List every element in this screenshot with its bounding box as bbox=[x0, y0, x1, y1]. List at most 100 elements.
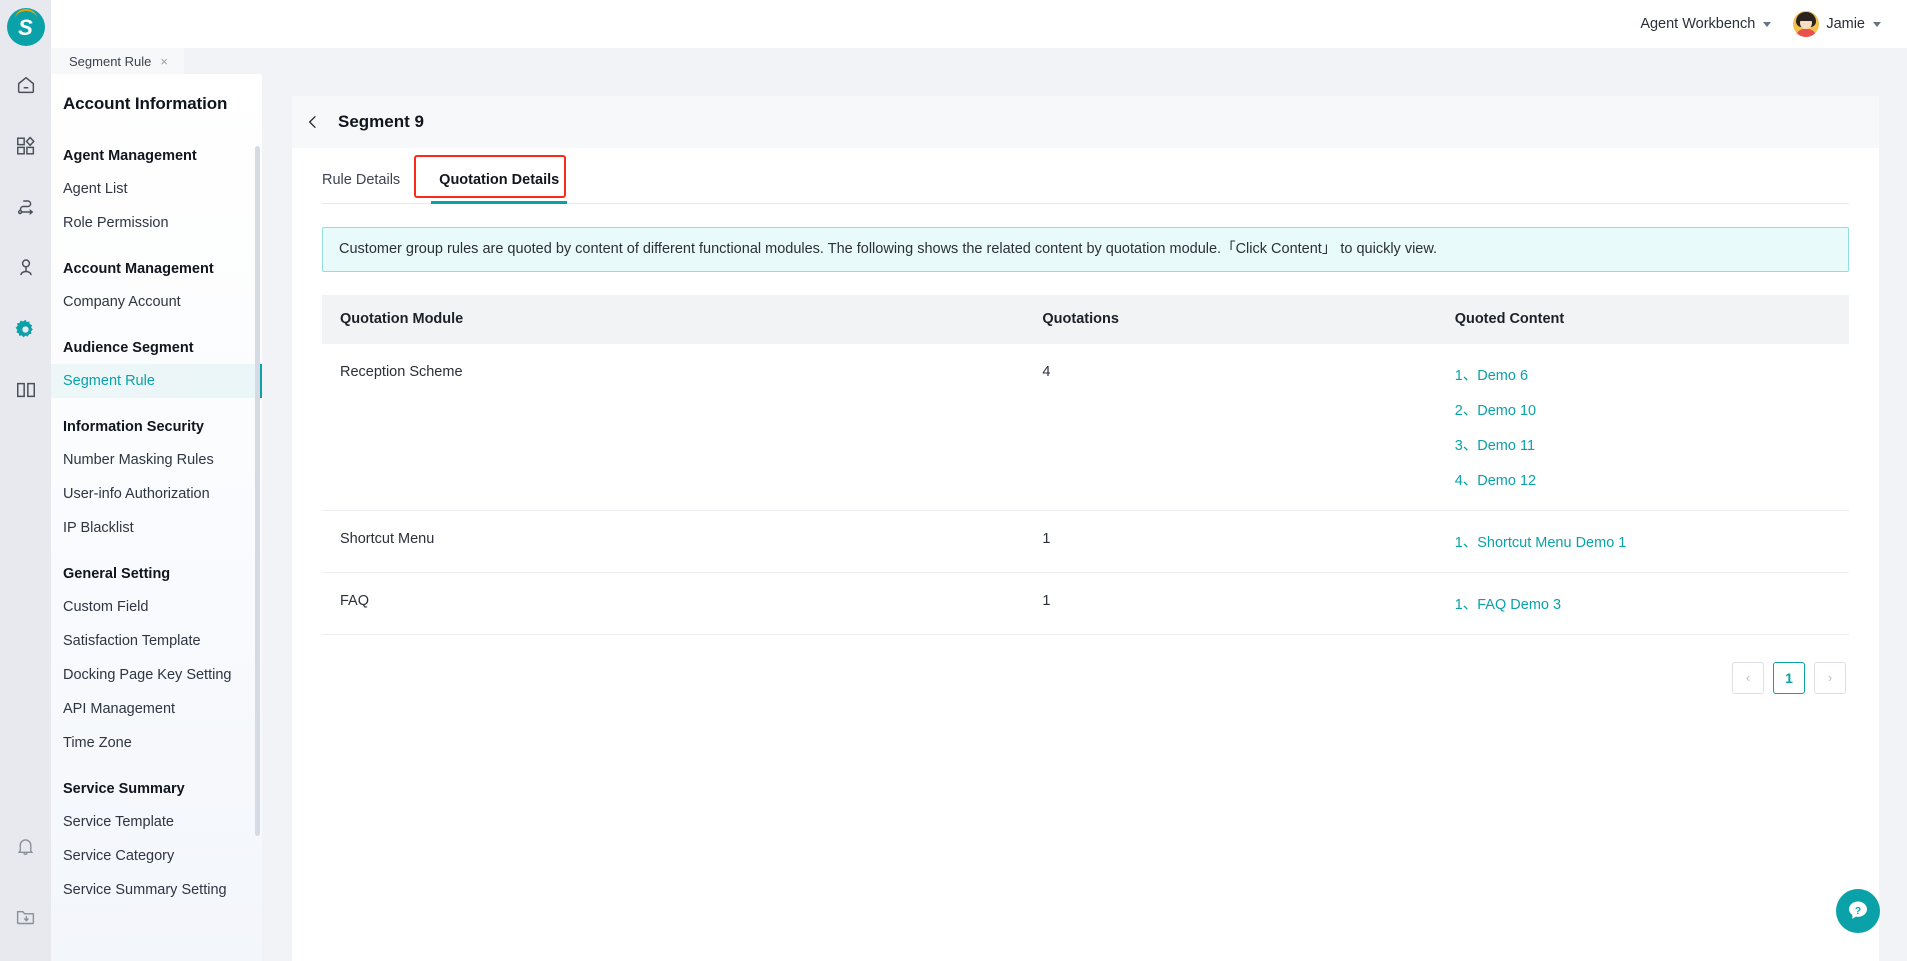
sidebar-group-list: Agent Management Agent List Role Permissio… bbox=[51, 140, 262, 907]
column-header-quotations: Quotations bbox=[1024, 294, 1437, 344]
tab-quotation-details[interactable]: Quotation Details bbox=[417, 172, 579, 204]
pagination-page-1[interactable]: 1 bbox=[1773, 661, 1805, 694]
sidebar-group: Account Management Company Account bbox=[51, 253, 262, 319]
chevron-left-icon[interactable] bbox=[302, 111, 324, 133]
avatar bbox=[1793, 11, 1820, 37]
flow-route-icon[interactable] bbox=[9, 190, 43, 224]
sidebar-item-api-management[interactable]: API Management bbox=[51, 692, 262, 726]
sidebar-group: Service Summary Service Template Service C… bbox=[51, 773, 262, 907]
close-icon[interactable]: × bbox=[160, 55, 168, 68]
sidebar-item-number-masking-rules[interactable]: Number Masking Rules bbox=[51, 443, 262, 477]
app-logo[interactable]: S bbox=[6, 8, 45, 46]
tab-rule-details[interactable]: Rule Details bbox=[322, 172, 417, 203]
user-name: Jamie bbox=[1826, 16, 1865, 32]
cell-quotations-count: 1 bbox=[1024, 572, 1437, 635]
sidebar-item-custom-field[interactable]: Custom Field bbox=[51, 590, 262, 624]
svg-text:?: ? bbox=[1855, 906, 1861, 917]
sidebar-item-user-info-authorization[interactable]: User-info Authorization bbox=[51, 477, 262, 511]
sidebar-group-title: Service Summary bbox=[63, 781, 185, 797]
quoted-content-link[interactable]: 1、FAQ Demo 3 bbox=[1455, 593, 1831, 614]
column-header-quotation-module: Quotation Module bbox=[322, 294, 1025, 344]
sidebar-group-title: Information Security bbox=[63, 419, 204, 435]
sidebar-item-docking-page-key-setting[interactable]: Docking Page Key Setting bbox=[51, 658, 262, 692]
detail-tabs: Rule Details Quotation Details bbox=[322, 148, 1849, 204]
document-tab-segment-rule[interactable]: Segment Rule × bbox=[51, 48, 184, 74]
sidebar-group: Agent Management Agent List Role Permissio… bbox=[51, 140, 262, 240]
pagination-next-button[interactable]: › bbox=[1814, 661, 1846, 694]
cell-quoted-content: 1、Demo 6 2、Demo 10 3、Demo 11 4、Demo 12 bbox=[1436, 343, 1849, 511]
workspace-switcher[interactable]: Agent Workbench bbox=[1640, 16, 1772, 32]
sidebar-item-satisfaction-template[interactable]: Satisfaction Template bbox=[51, 624, 262, 658]
quoted-content-link[interactable]: 1、Shortcut Menu Demo 1 bbox=[1455, 531, 1831, 552]
sidebar-item-role-permission[interactable]: Role Permission bbox=[51, 206, 262, 240]
quoted-content-link[interactable]: 1、Demo 6 bbox=[1455, 364, 1831, 385]
avatar-body bbox=[1796, 29, 1817, 37]
quoted-content-list: 1、FAQ Demo 3 bbox=[1455, 593, 1831, 614]
user-menu[interactable]: Jamie bbox=[1793, 11, 1881, 37]
document-tab-strip: Segment Rule × bbox=[51, 48, 1907, 74]
quoted-content-link[interactable]: 3、Demo 11 bbox=[1455, 434, 1831, 455]
sidebar-item-service-category[interactable]: Service Category bbox=[51, 839, 262, 873]
cell-quotation-module: Shortcut Menu bbox=[322, 510, 1025, 573]
sidebar-scrollbar[interactable] bbox=[255, 146, 260, 836]
sidebar-group: Information Security Number Masking Rules… bbox=[51, 411, 262, 545]
rail-icon-list bbox=[9, 68, 43, 407]
table-header-row: Quotation Module Quotations Quoted Conte… bbox=[322, 294, 1849, 344]
apps-grid-icon[interactable] bbox=[9, 129, 43, 163]
sidebar-group-title: Audience Segment bbox=[63, 340, 194, 356]
folder-download-icon[interactable] bbox=[9, 899, 43, 933]
sidebar-group-title: Agent Management bbox=[63, 148, 197, 164]
pagination: ‹ 1 › bbox=[322, 635, 1849, 694]
sidebar-group: General Setting Custom Field Satisfaction … bbox=[51, 558, 262, 760]
quoted-content-link[interactable]: 4、Demo 12 bbox=[1455, 469, 1831, 490]
sidebar-item-segment-rule[interactable]: Segment Rule bbox=[51, 364, 262, 398]
sidebar-item-service-summary-setting[interactable]: Service Summary Setting bbox=[51, 873, 262, 907]
column-header-quoted-content: Quoted Content bbox=[1436, 294, 1849, 344]
workspace-label: Agent Workbench bbox=[1640, 16, 1756, 32]
sidebar-item-company-account[interactable]: Company Account bbox=[51, 285, 262, 319]
sidebar-group-title: General Setting bbox=[63, 566, 171, 582]
cell-quotations-count: 1 bbox=[1024, 510, 1437, 573]
bell-icon[interactable] bbox=[9, 829, 43, 863]
help-chat-icon[interactable]: ? bbox=[1836, 889, 1880, 933]
body-split: Account Information Agent Management Agen… bbox=[51, 74, 1907, 961]
cell-quotation-module: Reception Scheme bbox=[322, 343, 1025, 511]
sidebar-group-title: Account Management bbox=[63, 261, 214, 277]
logo-arc bbox=[14, 9, 37, 19]
main-content: Segment 9 Rule Details Quotation Details… bbox=[262, 74, 1907, 961]
top-header-bar: Agent Workbench Jamie bbox=[51, 0, 1907, 48]
sidebar-title: Account Information bbox=[63, 94, 228, 113]
icon-rail: S bbox=[0, 0, 51, 961]
pagination-prev-button[interactable]: ‹ bbox=[1732, 661, 1764, 694]
cell-quoted-content: 1、Shortcut Menu Demo 1 bbox=[1436, 510, 1849, 573]
table-row: FAQ 1 1、FAQ Demo 3 bbox=[322, 572, 1849, 635]
table-row: Reception Scheme 4 1、Demo 6 2、Demo 10 3、Demo… bbox=[322, 343, 1849, 511]
contact-person-icon[interactable] bbox=[9, 251, 43, 285]
sidebar-item-service-template[interactable]: Service Template bbox=[51, 805, 262, 839]
avatar-fringe bbox=[1798, 14, 1815, 21]
sidebar-group: Audience Segment Segment Rule bbox=[51, 332, 262, 398]
document-tab-label: Segment Rule bbox=[69, 53, 152, 69]
settings-sidebar: Account Information Agent Management Agen… bbox=[51, 74, 262, 961]
quoted-content-list: 1、Demo 6 2、Demo 10 3、Demo 11 4、Demo 12 bbox=[1455, 364, 1831, 490]
sidebar-item-agent-list[interactable]: Agent List bbox=[51, 172, 262, 206]
page-title: Segment 9 bbox=[338, 112, 424, 131]
table-body: Reception Scheme 4 1、Demo 6 2、Demo 10 3、Demo… bbox=[322, 343, 1849, 635]
sidebar-item-ip-blacklist[interactable]: IP Blacklist bbox=[51, 511, 262, 545]
gear-icon[interactable] bbox=[9, 312, 43, 346]
card-body: Rule Details Quotation Details Customer … bbox=[292, 148, 1879, 961]
page-header: Segment 9 bbox=[292, 96, 1879, 148]
quoted-content-link[interactable]: 2、Demo 10 bbox=[1455, 399, 1831, 420]
quotation-table: Quotation Module Quotations Quoted Conte… bbox=[322, 294, 1849, 635]
cell-quotations-count: 4 bbox=[1024, 343, 1437, 511]
table-head: Quotation Module Quotations Quoted Conte… bbox=[322, 294, 1849, 344]
chevron-down-icon bbox=[1763, 21, 1772, 27]
quoted-content-list: 1、Shortcut Menu Demo 1 bbox=[1455, 531, 1831, 552]
sidebar-item-time-zone[interactable]: Time Zone bbox=[51, 726, 262, 760]
cell-quoted-content: 1、FAQ Demo 3 bbox=[1436, 572, 1849, 635]
chevron-down-icon bbox=[1873, 21, 1881, 27]
table-row: Shortcut Menu 1 1、Shortcut Menu Demo 1 bbox=[322, 510, 1849, 573]
app-root: S Agent Workbench Jamie Segment Rule × A… bbox=[0, 0, 1907, 961]
book-icon[interactable] bbox=[9, 373, 43, 407]
home-icon[interactable] bbox=[9, 68, 43, 102]
